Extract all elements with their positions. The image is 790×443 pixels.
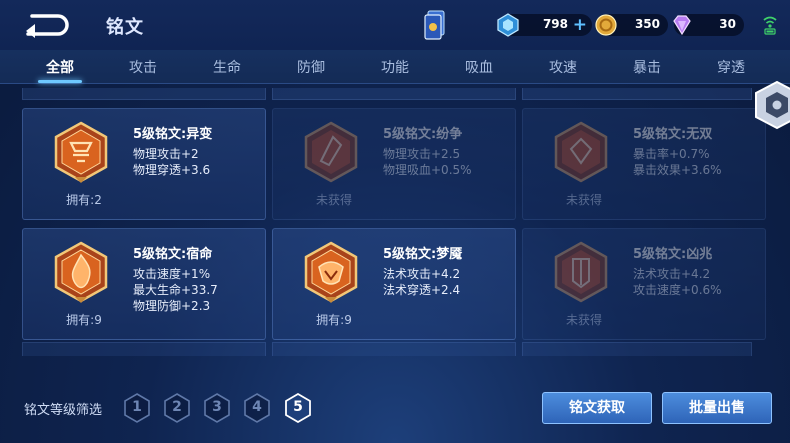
level-filter-4[interactable]: 4 — [243, 393, 271, 423]
level-filter-number: 1 — [132, 399, 142, 415]
rune-card-partial — [272, 342, 516, 356]
rune-stat: 物理穿透+3.6 — [133, 163, 211, 177]
rune-mutation-icon — [54, 121, 108, 183]
rune-stat: 法术攻击+4.2 — [633, 267, 711, 281]
rune-nightmare-icon — [304, 241, 358, 303]
level-filter-3[interactable]: 3 — [203, 393, 231, 423]
tab-health[interactable]: 生命 — [197, 57, 257, 77]
rune-card-partial — [522, 88, 752, 100]
rune-name: 5级铭文:凶兆 — [633, 247, 713, 262]
rune-omen-icon — [554, 241, 608, 303]
rune-stat: 最大生命+33.7 — [133, 283, 218, 297]
rune-stat: 暴击率+0.7% — [633, 147, 710, 161]
gem-amount: 30 — [719, 17, 736, 31]
bulk-sell-button[interactable]: 批量出售 — [662, 392, 772, 424]
rune-grid: 拥有:2 5级铭文:异变 物理攻击+2 物理穿透+3.6 未获得 5级铭文:纷争… — [22, 108, 766, 348]
tab-penetration[interactable]: 穿透 — [701, 57, 761, 77]
rune-card[interactable]: 未获得 5级铭文:凶兆 法术攻击+4.2 攻击速度+0.6% — [522, 228, 766, 340]
rune-card[interactable]: 未获得 5级铭文:无双 暴击率+0.7% 暴击效果+3.6% — [522, 108, 766, 220]
rune-card-partial — [22, 342, 266, 356]
rune-peerless-icon — [554, 121, 608, 183]
rune-card-partial — [272, 88, 516, 100]
rune-stat: 物理防御+2.3 — [133, 299, 211, 313]
obtain-rune-button[interactable]: 铭文获取 — [542, 392, 652, 424]
level-filter-number: 5 — [293, 399, 303, 415]
rune-card[interactable]: 拥有:9 5级铭文:梦魇 法术攻击+4.2 法术穿透+2.4 — [272, 228, 516, 340]
level-filter-number: 3 — [212, 399, 222, 415]
gold-coin-icon — [595, 14, 617, 36]
settings-button[interactable] — [752, 80, 790, 130]
back-arrow-icon — [26, 14, 69, 38]
rune-card[interactable]: 拥有:2 5级铭文:异变 物理攻击+2 物理穿透+3.6 — [22, 108, 266, 220]
rune-stat: 物理攻击+2.5 — [383, 147, 461, 161]
network-signal-icon — [763, 16, 777, 35]
rune-count: 拥有:9 — [316, 313, 352, 327]
diamond-amount: 798 — [542, 17, 568, 31]
rune-stat: 法术攻击+4.2 — [383, 267, 461, 281]
top-bar: 铭文 798 + 350 30 — [0, 0, 790, 50]
page-title: 铭文 — [106, 17, 144, 38]
purple-gem-icon — [673, 15, 691, 36]
level-filter-label: 铭文等级筛选 — [24, 403, 103, 418]
tab-defense[interactable]: 防御 — [281, 57, 341, 77]
rune-name: 5级铭文:无双 — [633, 127, 713, 142]
tab-attack[interactable]: 攻击 — [113, 57, 173, 77]
gem-currency: 30 — [673, 14, 744, 36]
tab-attack-speed[interactable]: 攻速 — [533, 57, 593, 77]
level-filter-number: 2 — [172, 399, 182, 415]
rune-card-partial — [22, 88, 266, 100]
rune-stat: 物理吸血+0.5% — [383, 163, 472, 177]
tab-critical[interactable]: 暴击 — [617, 57, 677, 77]
level-filter-2[interactable]: 2 — [163, 393, 191, 423]
rune-stat: 法术穿透+2.4 — [383, 283, 461, 297]
rune-stat: 攻击速度+0.6% — [633, 283, 722, 297]
rune-strife-icon — [304, 121, 358, 183]
gold-currency: 350 — [595, 14, 668, 36]
active-tab-indicator — [38, 80, 82, 83]
level-filter-number: 4 — [252, 399, 262, 415]
card-deck-icon — [424, 10, 445, 40]
tab-utility[interactable]: 功能 — [365, 57, 425, 77]
tab-all[interactable]: 全部 — [30, 57, 90, 77]
rune-stat: 暴击效果+3.6% — [633, 163, 722, 177]
rune-card[interactable]: 未获得 5级铭文:纷争 物理攻击+2.5 物理吸血+0.5% — [272, 108, 516, 220]
diamond-currency: 798 + — [497, 13, 592, 37]
diamond-icon — [497, 13, 519, 37]
rune-deck-button[interactable] — [424, 10, 446, 40]
category-tabs: 全部 攻击 生命 防御 功能 吸血 攻速 暴击 穿透 — [0, 50, 790, 84]
rune-count: 拥有:9 — [66, 313, 102, 327]
rune-count: 未获得 — [315, 193, 352, 207]
rune-stat: 攻击速度+1% — [133, 267, 211, 281]
back-button[interactable] — [22, 12, 70, 38]
rune-name: 5级铭文:异变 — [133, 127, 213, 142]
level-filter-5[interactable]: 5 — [284, 393, 312, 423]
rune-stat: 物理攻击+2 — [133, 147, 199, 161]
add-diamond-icon[interactable]: + — [573, 16, 587, 34]
gear-icon — [755, 80, 790, 130]
rune-count: 拥有:2 — [66, 193, 102, 207]
rune-fate-icon — [54, 241, 108, 303]
rune-name: 5级铭文:宿命 — [133, 247, 213, 262]
rune-card[interactable]: 拥有:9 5级铭文:宿命 攻击速度+1% 最大生命+33.7 物理防御+2.3 — [22, 228, 266, 340]
rune-name: 5级铭文:梦魇 — [383, 247, 463, 262]
level-filter-1[interactable]: 1 — [123, 393, 151, 423]
tab-lifesteal[interactable]: 吸血 — [449, 57, 509, 77]
rune-count: 未获得 — [565, 193, 602, 207]
rune-name: 5级铭文:纷争 — [383, 127, 463, 142]
gold-amount: 350 — [634, 17, 660, 31]
rune-count: 未获得 — [565, 313, 602, 327]
rune-card-partial — [522, 342, 752, 356]
